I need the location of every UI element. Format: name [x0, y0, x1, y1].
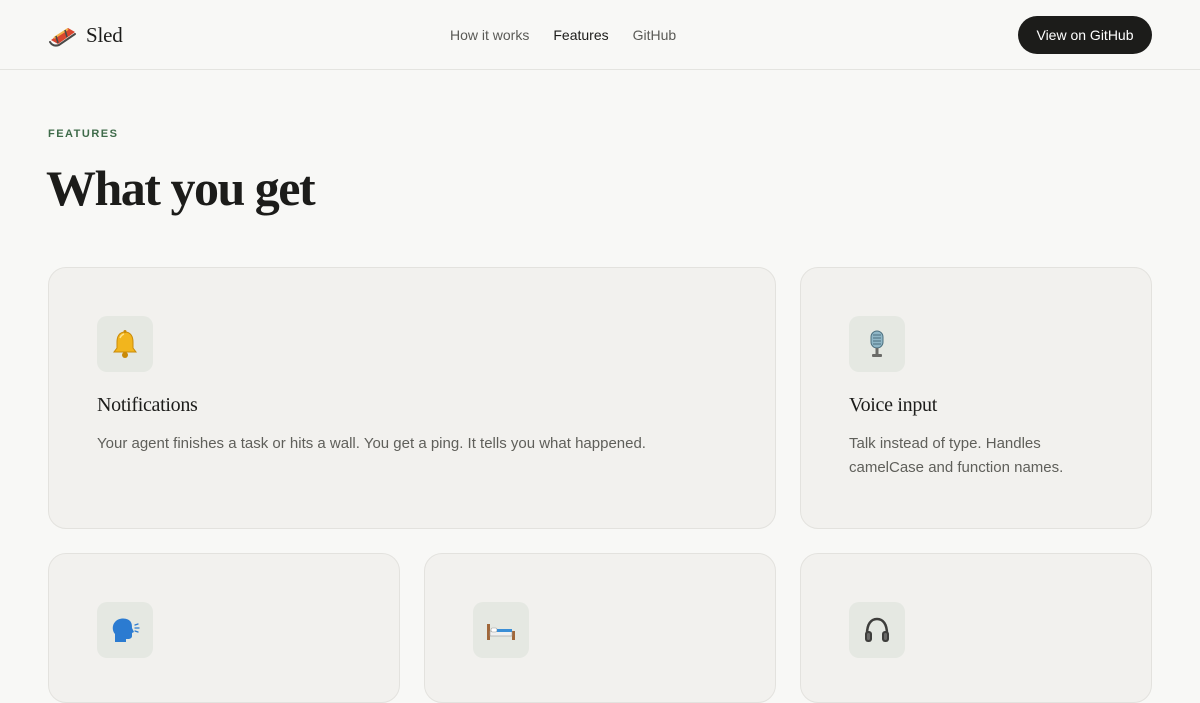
top-navigation-bar: Sled How it works Features GitHub View o… — [0, 0, 1200, 70]
feature-description: Your agent finishes a task or hits a wal… — [97, 435, 646, 452]
headphones-icon — [865, 617, 889, 642]
view-on-github-button[interactable]: View on GitHub — [1018, 16, 1152, 54]
bed-icon — [487, 624, 515, 640]
feature-icon-tile — [97, 602, 153, 658]
feature-title: Voice input — [849, 394, 937, 416]
microphone-icon — [870, 330, 884, 357]
bell-icon — [113, 330, 137, 358]
feature-icon-tile — [849, 316, 905, 372]
brand-logo-link[interactable]: Sled — [48, 22, 123, 48]
brand-name: Sled — [86, 22, 123, 47]
feature-description: Talk instead of type. Handles camelCase … — [849, 435, 1064, 476]
feature-card-audio — [800, 553, 1152, 703]
feature-title: Notifications — [97, 394, 198, 416]
feature-card-sleep — [424, 553, 776, 703]
speaking-head-icon — [112, 618, 140, 642]
section-title: What you get — [46, 160, 316, 216]
nav-link-how-it-works[interactable]: How it works — [450, 26, 529, 44]
feature-card-speech — [48, 553, 400, 703]
main-nav: How it works Features GitHub — [450, 26, 700, 44]
nav-link-features[interactable]: Features — [553, 26, 608, 44]
feature-icon-tile — [97, 316, 153, 372]
feature-card-voice-input: Voice input Talk instead of type. Handle… — [800, 267, 1152, 529]
feature-icon-tile — [849, 602, 905, 658]
feature-card-notifications: Notifications Your agent finishes a task… — [48, 267, 776, 529]
feature-icon-tile — [473, 602, 529, 658]
section-eyebrow: FEATURES — [48, 128, 119, 140]
nav-link-github[interactable]: GitHub — [633, 26, 677, 44]
sled-icon — [49, 28, 76, 47]
